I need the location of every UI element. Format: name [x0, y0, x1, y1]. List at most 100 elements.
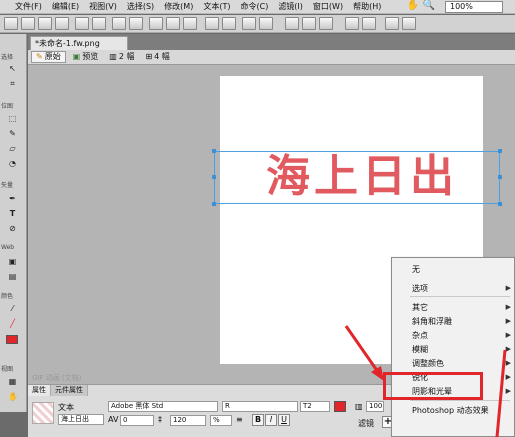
tab-symbol-properties[interactable]: 元件属性 [51, 385, 88, 396]
resize-handle-mr[interactable] [498, 175, 502, 179]
slice-tool-icon[interactable]: ▤ [8, 272, 17, 281]
view-preview-button[interactable]: ▣ 预览 [69, 51, 103, 63]
text-tool-icon[interactable]: T [8, 209, 17, 218]
save-icon[interactable] [38, 17, 52, 30]
view-2up-button[interactable]: ▥ 2 幅 [105, 51, 138, 63]
tools-section-view: 视图 [1, 366, 14, 373]
menu-item-photoshop-live-effects[interactable]: Photoshop 动态效果 [412, 405, 489, 416]
submenu-arrow-icon: ▶ [505, 303, 511, 311]
highlight-box [383, 372, 483, 400]
tools-section-select: 选择 [1, 54, 14, 61]
resize-handle-tl[interactable] [212, 149, 216, 153]
align-icon[interactable] [285, 17, 299, 30]
menu-edit[interactable]: 编辑(E) [47, 1, 84, 12]
zoom-select[interactable]: 100% [445, 1, 503, 13]
screen-mode-icon[interactable]: ▦ [8, 377, 17, 386]
stroke-color-icon[interactable]: ╱ [8, 319, 17, 328]
view-original-button[interactable]: ✎ 原始 [31, 51, 66, 63]
menu-modify[interactable]: 修改(M) [159, 1, 198, 12]
pen-tool-icon[interactable]: ✒ [8, 194, 17, 203]
menu-item-noise[interactable]: 杂点 [412, 330, 428, 341]
hotspot-tool-icon[interactable]: ▣ [8, 257, 17, 266]
blur-tool-icon[interactable]: ◔ [8, 159, 17, 168]
menu-view[interactable]: 视图(V) [84, 1, 122, 12]
main-toolbar [0, 15, 515, 33]
font-style-select[interactable]: R [222, 401, 298, 412]
menu-item-bevel-emboss[interactable]: 斜角和浮雕 [412, 316, 452, 327]
paste-icon[interactable] [183, 17, 197, 30]
four-up-icon: ⊞ [145, 52, 153, 61]
undo-icon[interactable] [112, 17, 126, 30]
menu-text[interactable]: 文本(T) [198, 1, 235, 12]
menu-separator [410, 296, 510, 297]
text-field-t2[interactable]: T2 [300, 401, 330, 412]
pointer-tool-icon[interactable]: ↖ [8, 64, 17, 73]
redo-icon[interactable] [129, 17, 143, 30]
resize-handle-tr[interactable] [498, 149, 502, 153]
underline-button[interactable]: U [278, 414, 290, 426]
print-icon[interactable] [92, 17, 106, 30]
canvas-text[interactable]: 海上日出 [266, 149, 466, 204]
menu-file[interactable]: 文件(F) [10, 1, 47, 12]
cut-icon[interactable] [149, 17, 163, 30]
flip-vertical-icon[interactable] [402, 17, 416, 30]
join-icon[interactable] [242, 17, 256, 30]
menu-item-adjust-color[interactable]: 调整颜色 [412, 358, 444, 369]
knife-tool-icon[interactable]: ⊘ [8, 224, 17, 233]
ungroup-icon[interactable] [222, 17, 236, 30]
distribute-icon[interactable] [319, 17, 333, 30]
fill-color-swatch[interactable] [6, 335, 18, 344]
submenu-arrow-icon: ▶ [505, 359, 511, 367]
fireworks-window: 文件(F) 编辑(E) 视图(V) 选择(S) 修改(M) 文本(T) 命令(C… [0, 0, 515, 437]
bold-button[interactable]: B [252, 414, 264, 426]
brush-tool-icon[interactable]: ✎ [8, 129, 17, 138]
eraser-tool-icon[interactable]: ▱ [8, 144, 17, 153]
copy-icon[interactable] [166, 17, 180, 30]
two-up-icon: ▥ [109, 52, 117, 61]
menu-window[interactable]: 窗口(W) [308, 1, 348, 12]
tools-section-web: Web [1, 244, 15, 251]
menu-commands[interactable]: 命令(C) [235, 1, 273, 12]
menu-item-other[interactable]: 其它 [412, 302, 428, 313]
crop-tool-icon[interactable]: ⌗ [8, 79, 17, 88]
menu-filters[interactable]: 滤镜(I) [273, 1, 308, 12]
open-file-icon[interactable] [21, 17, 35, 30]
marquee-tool-icon[interactable]: ⬚ [8, 114, 17, 123]
group-icon[interactable] [205, 17, 219, 30]
resize-handle-ml[interactable] [212, 175, 216, 179]
menu-select[interactable]: 选择(S) [122, 1, 159, 12]
menu-item-options[interactable]: 选项 [412, 283, 428, 294]
kerning-field[interactable]: 0 [120, 415, 154, 426]
zoom-tool-icon[interactable]: 🔍 [423, 0, 435, 11]
italic-button[interactable]: I [265, 414, 277, 426]
leading-unit-select[interactable]: % [210, 415, 232, 426]
flip-horizontal-icon[interactable] [385, 17, 399, 30]
font-family-select[interactable]: Adobe 黑体 Std [108, 401, 218, 412]
menu-help[interactable]: 帮助(H) [348, 1, 386, 12]
resize-handle-bl[interactable] [212, 202, 216, 206]
view-4up-button[interactable]: ⊞ 4 幅 [141, 51, 173, 63]
submenu-arrow-icon: ▶ [505, 331, 511, 339]
document-tab[interactable]: *未命名-1.fw.png [30, 36, 128, 50]
import-icon[interactable] [55, 17, 69, 30]
tools-section-colors: 颜色 [1, 293, 14, 300]
hand-tool-icon[interactable]: ✋ [407, 0, 419, 11]
menu-item-none[interactable]: 无 [412, 264, 420, 275]
object-name-field[interactable]: 海上日出 [58, 414, 104, 425]
export-icon[interactable] [75, 17, 89, 30]
align-center-icon[interactable] [302, 17, 316, 30]
text-color-swatch[interactable] [334, 401, 346, 412]
menu-item-blur[interactable]: 模糊 [412, 344, 428, 355]
split-icon[interactable] [259, 17, 273, 30]
resize-handle-br[interactable] [498, 202, 502, 206]
hand-view-icon[interactable]: ✋ [8, 392, 18, 401]
font-size-field[interactable]: 120 [170, 415, 206, 426]
opacity-field[interactable]: 100 [366, 401, 384, 412]
menu-separator [410, 400, 510, 401]
eyedropper-tool-icon[interactable]: ⁄ [8, 304, 17, 313]
rotate-right-icon[interactable] [362, 17, 376, 30]
tab-properties[interactable]: 属性 [28, 385, 51, 396]
rotate-left-icon[interactable] [345, 17, 359, 30]
new-file-icon[interactable] [4, 17, 18, 30]
tools-section-vector: 矢量 [1, 182, 14, 189]
